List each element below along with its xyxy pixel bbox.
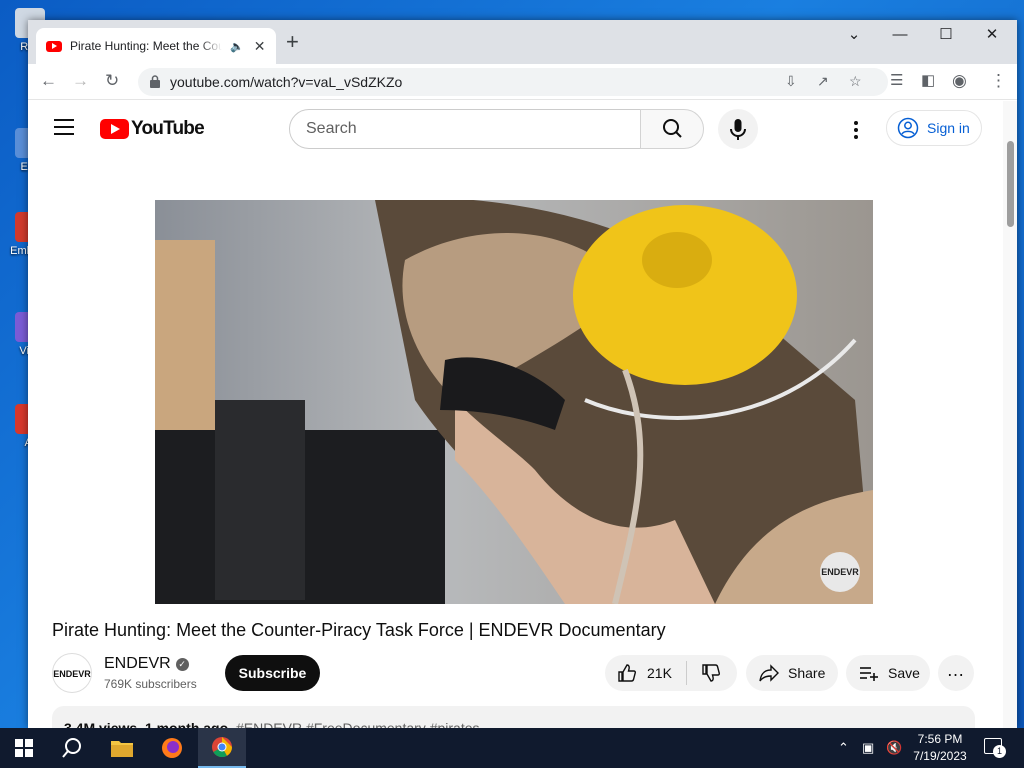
upload-age: 1 month ago bbox=[144, 720, 229, 728]
browser-toolbar: ← → ↻ youtube.com/watch?v=vaL_vSdZKZo ⇩ … bbox=[28, 64, 1017, 100]
close-window-button[interactable]: ✕ bbox=[969, 26, 1015, 44]
browser-window: Pirate Hunting: Meet the Counter-Piracy … bbox=[28, 20, 1017, 728]
new-tab-button[interactable]: + bbox=[286, 31, 299, 53]
more-horizontal-icon: … bbox=[946, 660, 966, 680]
network-icon[interactable]: ▣ bbox=[862, 740, 874, 756]
share-button[interactable]: Share bbox=[746, 655, 838, 691]
video-frame-image bbox=[155, 200, 873, 604]
youtube-logo[interactable]: YouTube bbox=[100, 118, 205, 140]
tab-search-chevron-icon[interactable]: ⌄ bbox=[831, 26, 877, 44]
sign-in-button[interactable]: Sign in bbox=[886, 110, 982, 146]
file-explorer-button[interactable] bbox=[98, 728, 146, 768]
profile-icon[interactable]: ◉ bbox=[952, 71, 967, 91]
maximize-button[interactable]: ☐ bbox=[923, 26, 969, 44]
youtube-logo-text: YouTube bbox=[131, 118, 205, 139]
chrome-menu-icon[interactable]: ⋮ bbox=[990, 71, 1007, 91]
forward-arrow-icon[interactable]: → bbox=[72, 71, 89, 91]
view-count: 3.4M views bbox=[64, 720, 138, 728]
side-panel-icon[interactable]: ◧ bbox=[921, 71, 935, 91]
back-arrow-icon[interactable]: ← bbox=[40, 71, 57, 91]
settings-more-icon[interactable] bbox=[854, 121, 858, 142]
volume-muted-icon[interactable]: 🔇 bbox=[886, 740, 902, 756]
playlist-add-icon bbox=[860, 667, 878, 681]
minimize-button[interactable]: — bbox=[877, 26, 923, 44]
search-taskbar-button[interactable] bbox=[48, 728, 96, 768]
like-button[interactable]: 21K bbox=[617, 663, 686, 683]
lock-icon[interactable] bbox=[150, 75, 160, 88]
subscribe-button[interactable]: Subscribe bbox=[225, 655, 320, 691]
description-box[interactable]: 3.4M views 1 month ago #ENDEVR #FreeDocu… bbox=[52, 706, 975, 728]
clock[interactable]: 7:56 PM 7/19/2023 bbox=[908, 731, 972, 765]
clock-time: 7:56 PM bbox=[917, 732, 963, 746]
chrome-icon bbox=[212, 737, 233, 758]
microphone-icon bbox=[730, 119, 746, 140]
search-input[interactable]: Search bbox=[289, 109, 641, 149]
like-dislike-group: 21K bbox=[605, 655, 737, 691]
search-icon bbox=[663, 119, 682, 138]
thumbs-down-icon bbox=[702, 664, 720, 682]
youtube-favicon-icon bbox=[46, 40, 62, 52]
tab-strip: Pirate Hunting: Meet the Counter-Piracy … bbox=[28, 20, 1017, 64]
sign-in-label: Sign in bbox=[927, 120, 970, 136]
search-icon bbox=[62, 738, 81, 758]
notification-count: 1 bbox=[993, 745, 1006, 758]
account-circle-icon bbox=[897, 117, 919, 139]
video-title: Pirate Hunting: Meet the Counter-Piracy … bbox=[52, 620, 666, 640]
install-app-icon[interactable]: ⇩ bbox=[785, 73, 797, 90]
more-actions-button[interactable]: … bbox=[938, 655, 974, 691]
hashtags[interactable]: #ENDEVR #FreeDocumentary #pirates bbox=[236, 720, 480, 728]
chrome-button[interactable] bbox=[198, 728, 246, 768]
reload-icon[interactable]: ↻ bbox=[105, 71, 119, 91]
firefox-icon bbox=[162, 738, 182, 758]
bookmark-star-icon[interactable]: ☆ bbox=[849, 73, 862, 90]
notification-center-icon[interactable]: 1 bbox=[984, 738, 1006, 758]
tab-close-icon[interactable]: ✕ bbox=[254, 38, 266, 55]
clock-date: 7/19/2023 bbox=[913, 749, 967, 763]
voice-search-button[interactable] bbox=[718, 109, 758, 149]
share-arrow-icon bbox=[759, 664, 779, 682]
like-count: 21K bbox=[647, 665, 672, 681]
dislike-button[interactable] bbox=[701, 663, 721, 683]
save-label: Save bbox=[888, 665, 920, 681]
menu-hamburger-icon[interactable] bbox=[54, 119, 74, 140]
media-control-icon[interactable]: ☰ bbox=[890, 71, 903, 91]
youtube-page: YouTube Search Sign in ENDEVR Pirate Hun… bbox=[28, 101, 1003, 728]
channel-watermark[interactable]: ENDEVR bbox=[820, 552, 860, 592]
firefox-button[interactable] bbox=[148, 728, 196, 768]
youtube-play-icon bbox=[100, 119, 129, 139]
show-hidden-icons-chevron-icon[interactable]: ⌃ bbox=[838, 740, 849, 756]
folder-icon bbox=[111, 741, 133, 757]
share-page-icon[interactable]: ↗ bbox=[817, 73, 829, 90]
like-divider bbox=[685, 661, 687, 685]
scrollbar-thumb[interactable] bbox=[1007, 141, 1014, 227]
windows-logo-icon bbox=[15, 739, 33, 757]
address-bar[interactable]: youtube.com/watch?v=vaL_vSdZKZo ⇩ ↗ ☆ bbox=[138, 68, 888, 96]
taskbar: ⌃ ▣ 🔇 7:56 PM 7/19/2023 1 bbox=[0, 728, 1024, 768]
tab-title: Pirate Hunting: Meet the Counter-Piracy … bbox=[70, 39, 222, 53]
search-button[interactable] bbox=[640, 109, 704, 149]
url-text[interactable]: youtube.com/watch?v=vaL_vSdZKZo bbox=[170, 74, 402, 90]
channel-name-row[interactable]: ENDEVR ✓ bbox=[104, 655, 189, 673]
thumbs-up-icon bbox=[618, 664, 636, 682]
save-button[interactable]: Save bbox=[846, 655, 930, 691]
channel-name[interactable]: ENDEVR bbox=[104, 655, 171, 672]
verified-check-icon: ✓ bbox=[175, 658, 189, 671]
start-button[interactable] bbox=[0, 728, 48, 768]
subscriber-count: 769K subscribers bbox=[104, 677, 197, 691]
tab-youtube[interactable]: Pirate Hunting: Meet the Counter-Piracy … bbox=[36, 28, 276, 64]
speaker-icon[interactable]: 🔈 bbox=[230, 40, 244, 53]
channel-avatar[interactable]: ENDEVR bbox=[52, 653, 92, 693]
page-scrollbar[interactable] bbox=[1003, 101, 1017, 728]
video-player[interactable]: ENDEVR bbox=[155, 200, 873, 604]
share-label: Share bbox=[788, 665, 826, 681]
